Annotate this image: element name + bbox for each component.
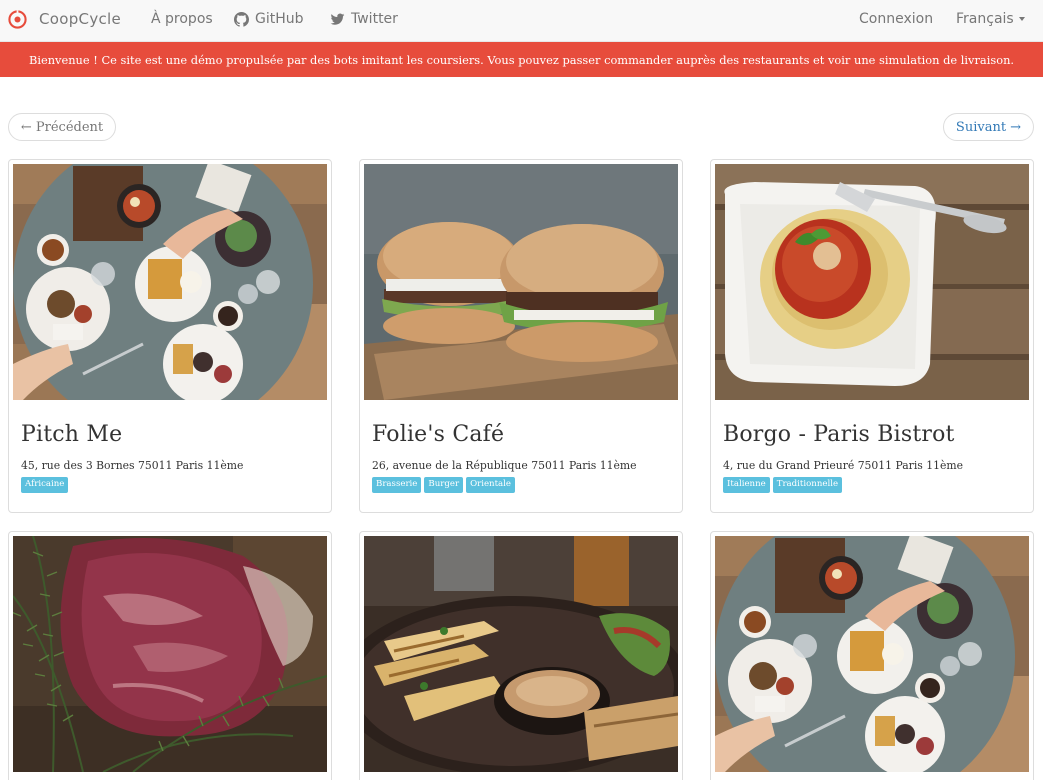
- nav-about-link[interactable]: À propos: [151, 0, 213, 38]
- caret-down-icon: [1018, 17, 1025, 21]
- nav-twitter-label: Twitter: [351, 11, 398, 27]
- restaurant-name[interactable]: Borgo - Paris Bistrot: [723, 422, 955, 447]
- restaurant-address: 26, avenue de la République 75011 Paris …: [372, 459, 637, 472]
- coopcycle-logo-icon: [8, 9, 27, 29]
- restaurant-card[interactable]: Pitch Me 45, rue des 3 Bornes 75011 Pari…: [8, 159, 332, 513]
- nav-login-link[interactable]: Connexion: [859, 0, 933, 38]
- restaurant-card[interactable]: Borgo - Paris Bistrot 4, rue du Grand Pr…: [710, 159, 1034, 513]
- cuisine-tag: Orientale: [466, 477, 515, 493]
- restaurant-image: [13, 164, 327, 400]
- language-label: Français: [956, 11, 1014, 27]
- demo-alert-text: Bienvenue ! Ce site est une démo propuls…: [28, 52, 1015, 67]
- restaurant-card[interactable]: [359, 531, 683, 780]
- restaurant-address: 4, rue du Grand Prieuré 75011 Paris 11èm…: [723, 459, 964, 472]
- restaurant-image: [13, 536, 327, 772]
- brunch-table-photo: [715, 536, 1029, 772]
- restaurant-image: [364, 536, 678, 772]
- nav-twitter-link[interactable]: Twitter: [330, 0, 398, 38]
- next-page-button[interactable]: Suivant →: [943, 113, 1034, 141]
- restaurant-card[interactable]: Folie's Café 26, avenue de la République…: [359, 159, 683, 513]
- cuisine-tag: Brasserie: [372, 477, 422, 493]
- cuisine-tag: Africaine: [21, 477, 69, 493]
- restaurant-image: [715, 536, 1029, 772]
- restaurant-image: [364, 164, 678, 400]
- raw-beef-rosemary-photo: [13, 536, 327, 772]
- brand-name: CoopCycle: [39, 10, 122, 28]
- restaurant-name[interactable]: Folie's Café: [372, 422, 504, 447]
- restaurant-card[interactable]: [710, 531, 1034, 780]
- twitter-icon: [330, 13, 345, 25]
- cuisine-tag: Traditionnelle: [772, 477, 843, 493]
- language-dropdown[interactable]: Français: [956, 0, 1025, 38]
- spaghetti-photo: [715, 164, 1029, 400]
- cuisine-tag: Italienne: [723, 477, 770, 493]
- nav-github-link[interactable]: GitHub: [234, 0, 304, 38]
- restaurant-image: [715, 164, 1029, 400]
- restaurant-address: 45, rue des 3 Bornes 75011 Paris 11ème: [21, 459, 244, 472]
- brand-link[interactable]: CoopCycle: [8, 0, 121, 38]
- grilled-platter-photo: [364, 536, 678, 772]
- nav-github-label: GitHub: [255, 11, 304, 27]
- navbar: CoopCycle À propos GitHub Twitter Connex…: [0, 0, 1043, 42]
- restaurant-card[interactable]: [8, 531, 332, 780]
- demo-alert-banner: Bienvenue ! Ce site est une démo propuls…: [0, 42, 1043, 77]
- restaurant-name[interactable]: Pitch Me: [21, 422, 122, 447]
- burgers-photo: [364, 164, 678, 400]
- tag-list: Italienne Traditionnelle: [723, 477, 843, 493]
- previous-page-button[interactable]: ← Précédent: [8, 113, 116, 141]
- tag-list: Africaine: [21, 477, 69, 493]
- cuisine-tag: Burger: [424, 477, 464, 493]
- github-icon: [234, 11, 249, 27]
- brunch-table-photo: [13, 164, 327, 400]
- tag-list: Brasserie Burger Orientale: [372, 477, 515, 493]
